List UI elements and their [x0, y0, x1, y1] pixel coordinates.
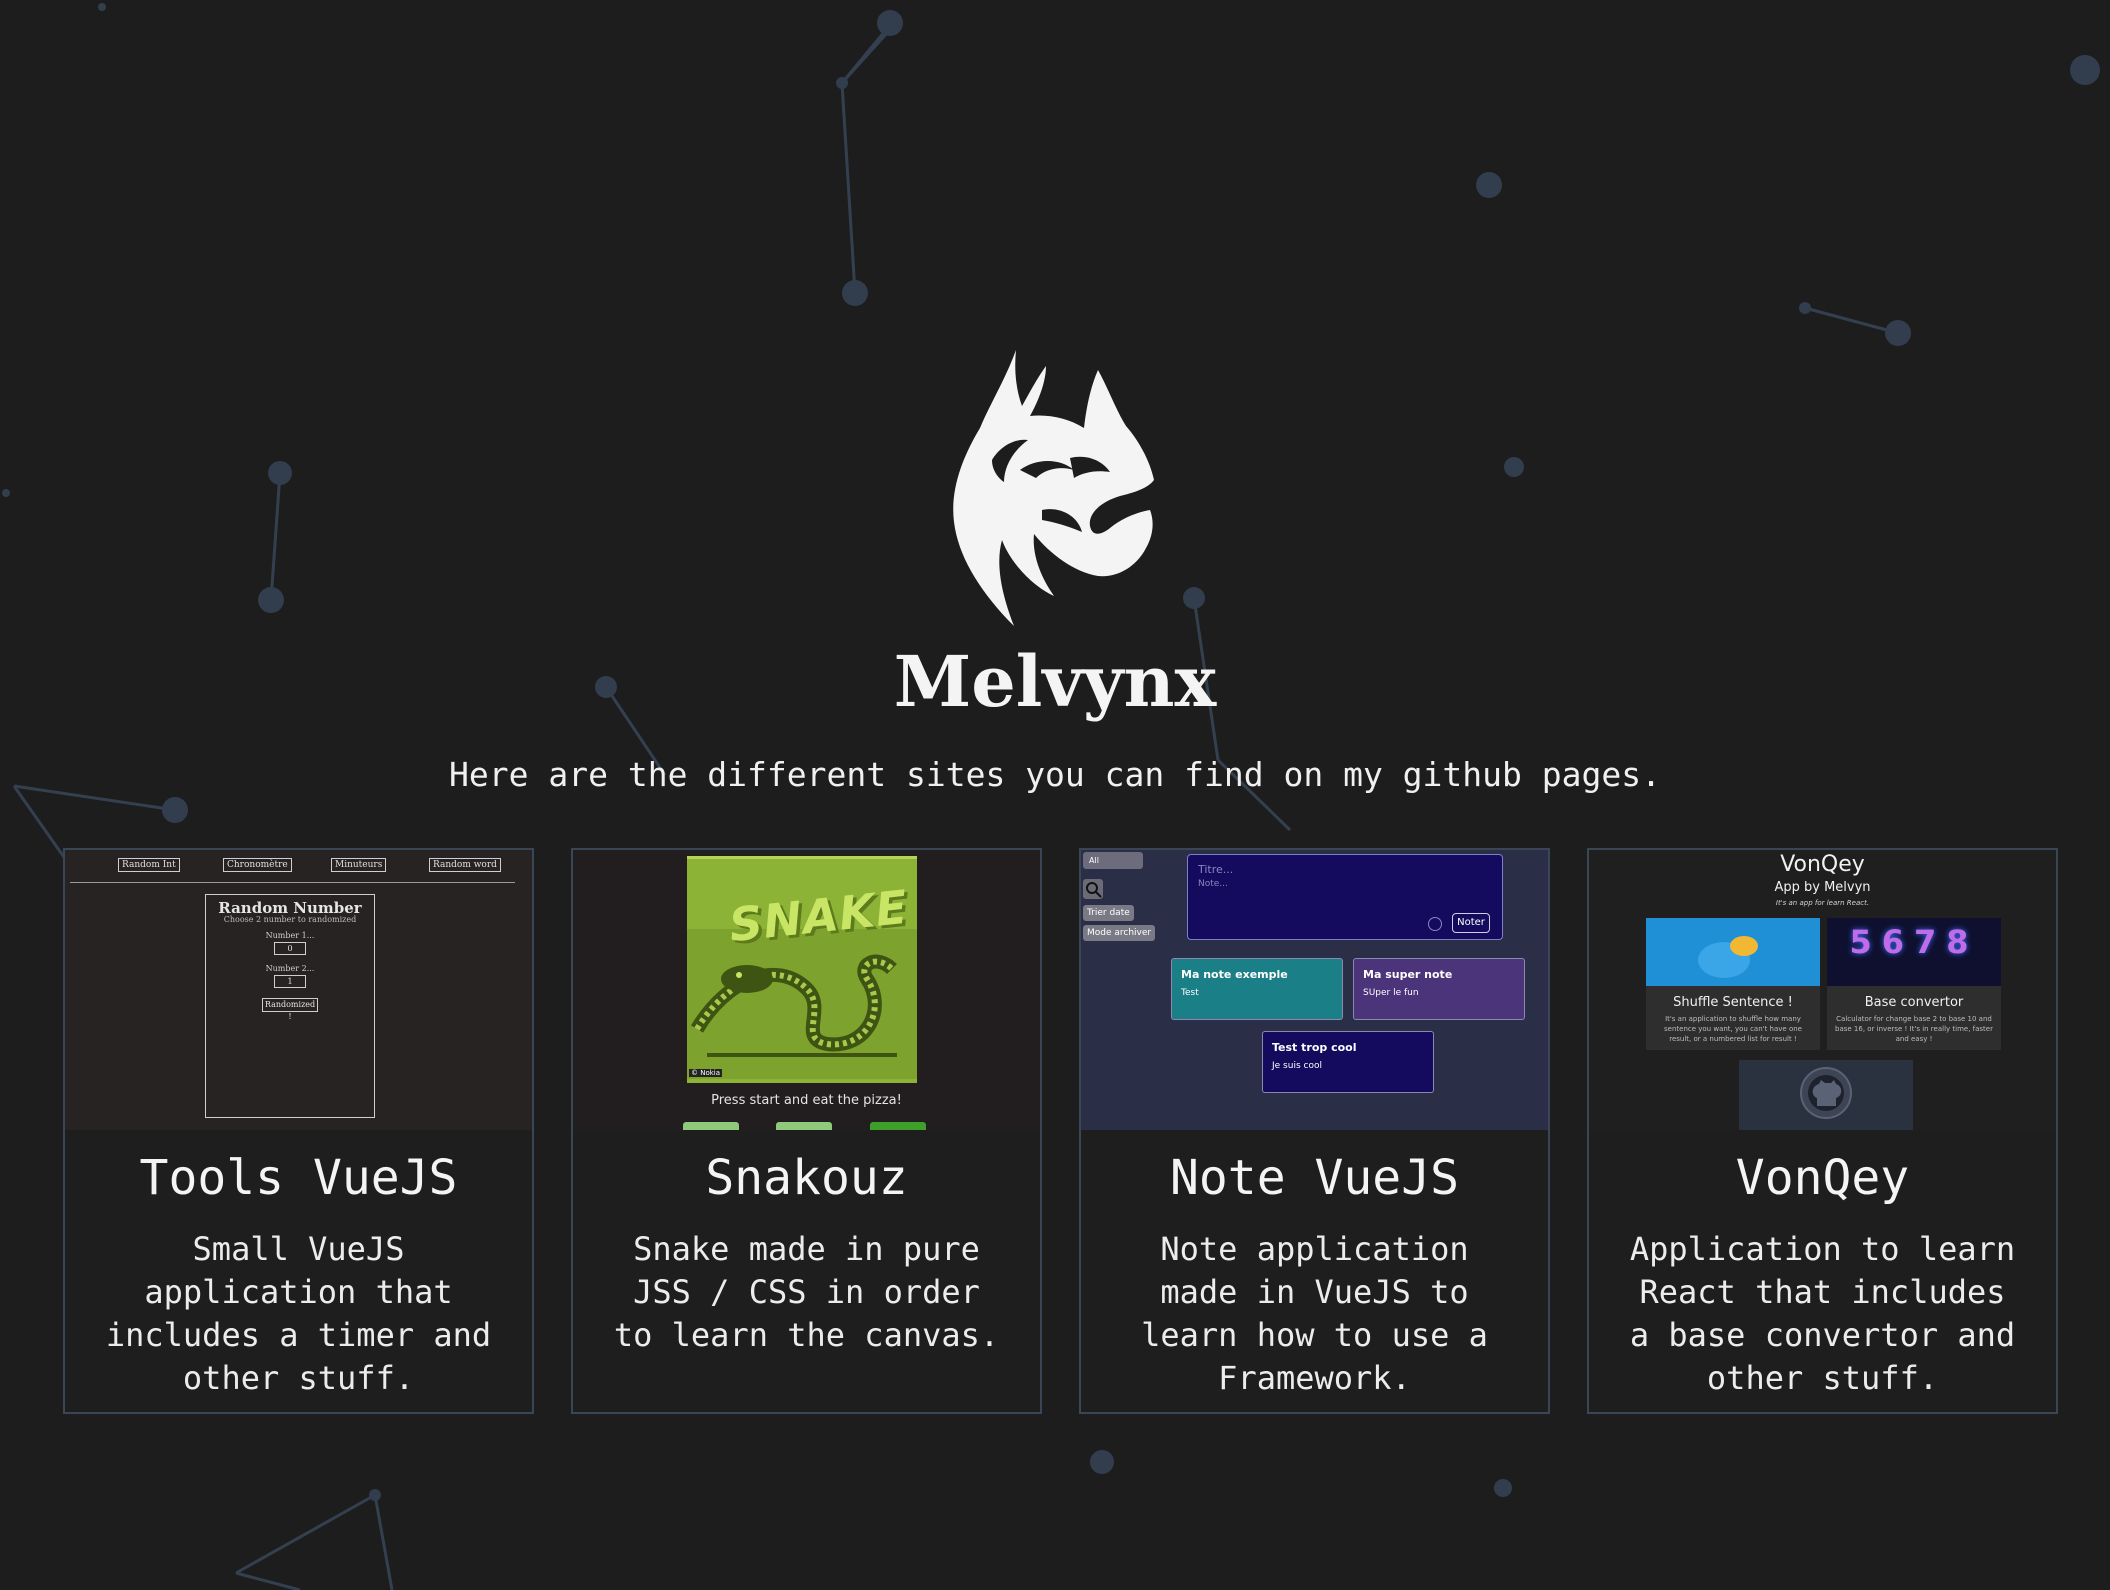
vonqey-preview-screenshot: VonQey App by Melvyn It's an app for lea… [1589, 850, 2056, 1130]
tools-preview-label-2: Number 2... [265, 964, 315, 973]
tools-nav-chronometre: Chronomètre [223, 858, 292, 872]
tools-nav-minuteurs: Minuteurs [331, 858, 387, 872]
note-card-body: SUper le fun [1363, 988, 1419, 998]
tools-preview-randomize-button: Randomized ! [262, 998, 318, 1021]
tools-preview-input-2: 1 [274, 975, 306, 988]
github-icon [1800, 1067, 1852, 1119]
vonqey-tile-base-convertor: 5678 Base convertor Calculator for chang… [1827, 918, 2001, 1050]
project-card-snakouz[interactable]: SNAKE © Nokia Press start and eat the pi… [571, 848, 1042, 1414]
site-name: Melvynx [893, 640, 1217, 723]
note-card-title: Ma super note [1363, 968, 1453, 981]
note-card-title: Test trop cool [1272, 1041, 1357, 1054]
snake-game-screen: SNAKE © Nokia [687, 856, 917, 1083]
note-sort-button: Trier date [1083, 905, 1134, 921]
note-body-placeholder: Note... [1198, 879, 1228, 889]
note-card-body: Test [1181, 988, 1199, 998]
snake-caption: Press start and eat the pizza! [711, 1093, 902, 1108]
card-description: Snake made in pure JSS / CSS in order to… [613, 1230, 1000, 1354]
project-card-tools-vuejs[interactable]: Random Int Chronomètre Minuteurs Random … [63, 848, 534, 1414]
note-submit-button: Noter [1452, 913, 1490, 933]
card-title: Snakouz [705, 1150, 908, 1206]
site-subtitle: Here are the different sites you can fin… [449, 755, 1661, 794]
card-description: Application to learn React that includes… [1629, 1230, 2016, 1397]
vonqey-preview-title: VonQey [1780, 852, 1865, 877]
note-card-title: Ma note exemple [1181, 968, 1288, 981]
tools-preview-nav: Random Int Chronomètre Minuteurs Random … [65, 858, 532, 874]
github-tile [1739, 1060, 1913, 1130]
card-title: VonQey [1735, 1150, 1910, 1206]
note-card: Test trop cool Je suis cool [1262, 1031, 1434, 1093]
search-icon [1083, 879, 1103, 899]
snake-control-button [683, 1122, 739, 1130]
tools-nav-random-word: Random word [429, 858, 501, 872]
tools-preview-subheading: Choose 2 number to randomized [223, 915, 357, 924]
note-editor: Titre... Note... Noter [1187, 854, 1503, 940]
tile-description: It's an application to shuffle how many … [1664, 1015, 1802, 1043]
tile-name: Base convertor [1864, 995, 1964, 1010]
snakouz-preview-screenshot: SNAKE © Nokia Press start and eat the pi… [573, 850, 1040, 1130]
lynx-head-icon [953, 350, 1154, 626]
project-card-vonqey[interactable]: VonQey App by Melvyn It's an app for lea… [1587, 848, 2058, 1414]
snake-control-button [776, 1122, 832, 1130]
tools-nav-random-int: Random Int [118, 858, 180, 872]
tools-preview-label-1: Number 1... [265, 931, 315, 940]
tile-description: Calculator for change base 2 to base 10 … [1835, 1015, 1993, 1043]
tools-preview-screenshot: Random Int Chronomètre Minuteurs Random … [65, 850, 532, 1130]
color-picker-icon [1428, 917, 1442, 931]
note-card: Ma super note SUper le fun [1353, 958, 1525, 1020]
base-convertor-numbers: 5678 [1849, 923, 1979, 961]
note-filter-select: All [1083, 852, 1143, 869]
base-convertor-image: 5678 [1827, 918, 2001, 986]
shuffle-image [1646, 918, 1820, 986]
note-card: Ma note exemple Test [1171, 958, 1343, 1020]
card-description: Small VueJS application that includes a … [105, 1230, 492, 1397]
tools-preview-input-1: 0 [274, 942, 306, 955]
card-title: Tools VueJS [139, 1150, 458, 1206]
tools-preview-panel: Random Number Choose 2 number to randomi… [205, 894, 375, 1118]
snake-control-button [870, 1122, 926, 1130]
note-archive-button: Mode archiver [1083, 925, 1156, 941]
note-title-placeholder: Titre... [1198, 863, 1234, 876]
vonqey-preview-intro: It's an app for learn React. [1775, 899, 1870, 907]
tools-preview-divider [70, 882, 515, 883]
vonqey-preview-subtitle: App by Melvyn [1774, 880, 1871, 895]
vonqey-tile-shuffle: Shuffle Sentence ! It's an application t… [1646, 918, 1820, 1050]
nokia-badge: © Nokia [689, 1069, 723, 1077]
hero: Melvynx Here are the different sites you… [0, 350, 2110, 794]
card-description: Note application made in VueJS to learn … [1141, 1230, 1488, 1397]
tile-name: Shuffle Sentence ! [1673, 995, 1793, 1010]
project-card-note-vuejs[interactable]: All Trier date Mode archiver Titre... No… [1079, 848, 1550, 1414]
note-card-body: Je suis cool [1272, 1061, 1322, 1071]
note-preview-screenshot: All Trier date Mode archiver Titre... No… [1081, 850, 1548, 1130]
card-title: Note VueJS [1170, 1150, 1459, 1206]
